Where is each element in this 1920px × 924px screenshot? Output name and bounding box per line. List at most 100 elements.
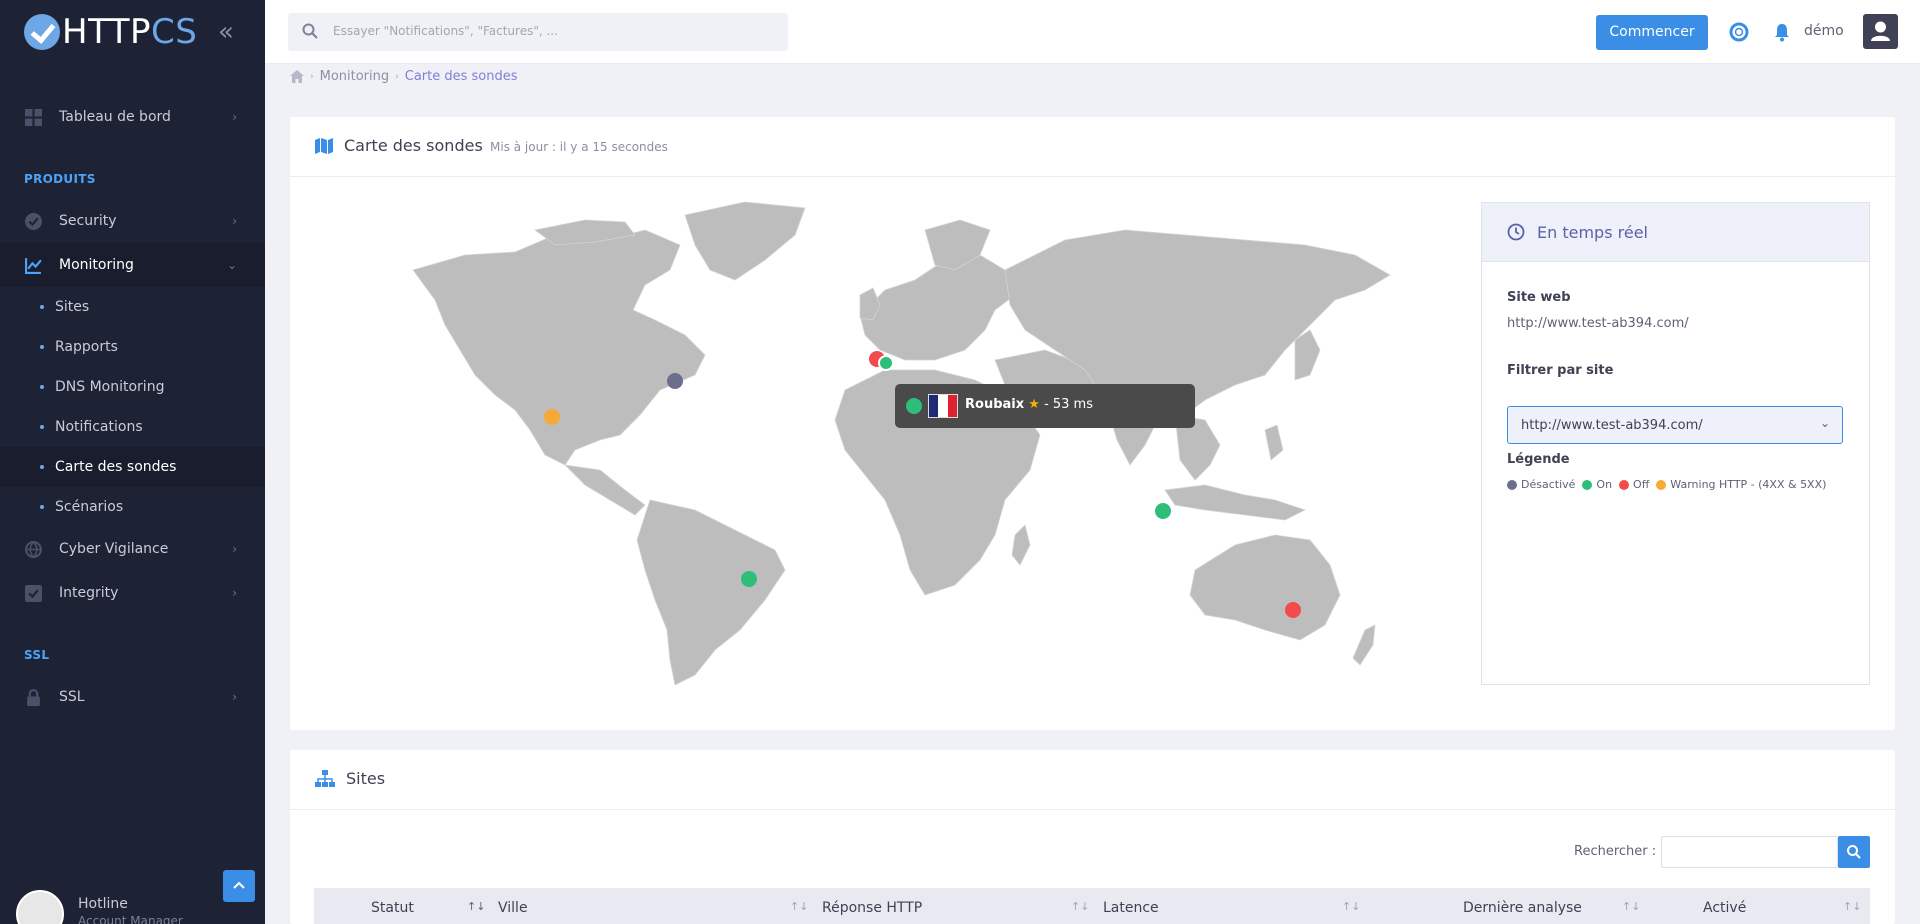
collapse-sidebar-icon[interactable]: « [218, 19, 234, 45]
sidebar-subitem-rapports[interactable]: Rapports [0, 327, 265, 367]
hotline-contact[interactable]: Hotline Account Manager [16, 890, 183, 924]
breadcrumb-current: Carte des sondes [404, 69, 518, 84]
sidebar-subitem-notifications[interactable]: Notifications [0, 407, 265, 447]
bell-icon[interactable] [1772, 22, 1792, 42]
status-dot-on [906, 398, 922, 414]
chevron-down-icon: ⌄ [226, 258, 237, 272]
scroll-to-top-button[interactable] [223, 870, 255, 902]
site-filter-value: http://www.test-ab394.com/ [1521, 418, 1703, 433]
map-region-indonesia [1164, 484, 1307, 521]
bullet-icon [40, 505, 44, 509]
table-search-input[interactable] [1661, 836, 1838, 868]
column-header-active[interactable]: Activé [1703, 900, 1746, 916]
sidebar: HTTPCS « Tableau de bord › PRODUITS Secu… [0, 0, 265, 924]
probe-marker-on[interactable] [1155, 503, 1171, 519]
legend-dot [1656, 479, 1667, 490]
filter-site-label: Filtrer par site [1507, 363, 1614, 378]
sidebar-item-label: Cyber Vigilance [59, 541, 169, 557]
sidebar-subitem-label: Sites [55, 299, 90, 315]
bullet-icon [40, 305, 44, 309]
realtime-title: En temps réel [1537, 223, 1648, 242]
sort-icon[interactable]: ↑↓ [467, 900, 485, 913]
start-button[interactable]: Commencer [1596, 15, 1708, 50]
sort-icon[interactable]: ↑↓ [1071, 900, 1089, 913]
bullet-icon [40, 465, 44, 469]
top-bar: Essayer "Notifications", "Factures", ...… [265, 0, 1920, 64]
check-square-icon [25, 584, 42, 602]
search-placeholder: Essayer "Notifications", "Factures", ... [333, 24, 558, 38]
sidebar-subitem-carte-des-sondes[interactable]: Carte des sondes [0, 447, 265, 487]
legend-label-text: Warning HTTP - (4XX & 5XX) [1670, 478, 1827, 491]
sidebar-item-ssl[interactable]: SSL › [0, 675, 265, 719]
sites-table-header: Statut ↑↓ Ville ↑↓ Réponse HTTP ↑↓ Laten… [314, 888, 1870, 924]
check-circle-icon [25, 212, 42, 230]
breadcrumb-separator: › [310, 71, 314, 82]
column-header-derniere-analyse[interactable]: Dernière analyse [1463, 900, 1582, 916]
clock-icon [1507, 223, 1525, 241]
probe-marker-disabled[interactable] [667, 373, 683, 389]
sort-icon[interactable]: ↑↓ [1342, 900, 1360, 913]
sidebar-item-label: Monitoring [59, 257, 134, 273]
legend: Désactivé On Off Warning HTTP - (4XX & 5… [1507, 478, 1829, 491]
legend-label-text: Désactivé [1521, 478, 1576, 491]
user-name[interactable]: démo [1804, 23, 1844, 39]
map-region-north-america [412, 229, 706, 466]
map-region-australia [1189, 534, 1341, 641]
sidebar-subitem-label: Notifications [55, 419, 143, 435]
sidebar-subitem-scenarios[interactable]: Scénarios [0, 487, 265, 527]
section-title-products: PRODUITS [24, 172, 96, 186]
column-header-statut[interactable]: Statut [371, 900, 414, 916]
column-header-reponse-http[interactable]: Réponse HTTP [822, 900, 922, 916]
help-lifebuoy-icon[interactable] [1729, 22, 1749, 42]
sort-icon[interactable]: ↑↓ [1843, 900, 1861, 913]
world-map[interactable] [405, 200, 1400, 685]
legend-dot [1582, 479, 1593, 490]
site-filter-select[interactable]: http://www.test-ab394.com/ ⌄ [1507, 406, 1843, 444]
global-search-input[interactable]: Essayer "Notifications", "Factures", ... [288, 13, 788, 51]
table-search-label: Rechercher : [1574, 844, 1657, 859]
probe-marker-on[interactable] [741, 571, 757, 587]
map-region-philippines [1264, 424, 1284, 461]
bullet-icon [40, 425, 44, 429]
map-icon [315, 138, 333, 154]
map-region-japan [1294, 329, 1321, 381]
sidebar-subitem-dns-monitoring[interactable]: DNS Monitoring [0, 367, 265, 407]
sidebar-subitem-sites[interactable]: Sites [0, 287, 265, 327]
column-header-ville[interactable]: Ville [498, 900, 528, 916]
table-search-button[interactable] [1838, 836, 1870, 868]
breadcrumb-monitoring[interactable]: Monitoring [320, 69, 390, 84]
dashboard-icon [25, 108, 42, 126]
chevron-right-icon: › [232, 214, 237, 228]
home-icon[interactable] [290, 70, 304, 83]
chevron-right-icon: › [232, 690, 237, 704]
probe-marker-off[interactable] [1285, 602, 1301, 618]
sidebar-item-integrity[interactable]: Integrity › [0, 571, 265, 615]
brand-name: HTTPCS [62, 12, 197, 52]
probe-marker-warning[interactable] [544, 409, 560, 425]
sort-icon[interactable]: ↑↓ [790, 900, 808, 913]
user-avatar[interactable] [1863, 14, 1898, 49]
legend-item-on: On [1582, 478, 1612, 491]
card-header: Sites [290, 750, 1895, 810]
sidebar-item-security[interactable]: Security › [0, 199, 265, 243]
map-region-europe [859, 254, 1016, 361]
realtime-panel: En temps réel Site web http://www.test-a… [1481, 202, 1870, 685]
hotline-avatar [16, 890, 64, 924]
site-web-value: http://www.test-ab394.com/ [1507, 316, 1689, 331]
map-region-greenland [684, 201, 806, 281]
sidebar-item-cyber-vigilance[interactable]: Cyber Vigilance › [0, 527, 265, 571]
column-header-latence[interactable]: Latence [1103, 900, 1159, 916]
breadcrumb: › Monitoring › Carte des sondes [290, 69, 518, 84]
sidebar-item-monitoring[interactable]: Monitoring ⌄ [0, 243, 265, 287]
map-region-new-zealand [1352, 624, 1376, 666]
brand-name-part2: CS [151, 12, 198, 52]
sort-icon[interactable]: ↑↓ [1622, 900, 1640, 913]
sidebar-item-dashboard[interactable]: Tableau de bord › [0, 95, 265, 139]
tooltip-text: Roubaix ★ - 53 ms [965, 397, 1093, 412]
probe-marker-on-roubaix[interactable] [878, 355, 894, 371]
brand-logo[interactable]: HTTPCS [24, 12, 197, 52]
legend-label-text: Off [1633, 478, 1650, 491]
tooltip-latency: - 53 ms [1044, 397, 1093, 412]
hotline-title: Hotline [78, 896, 128, 912]
sidebar-subitem-label: DNS Monitoring [55, 379, 165, 395]
